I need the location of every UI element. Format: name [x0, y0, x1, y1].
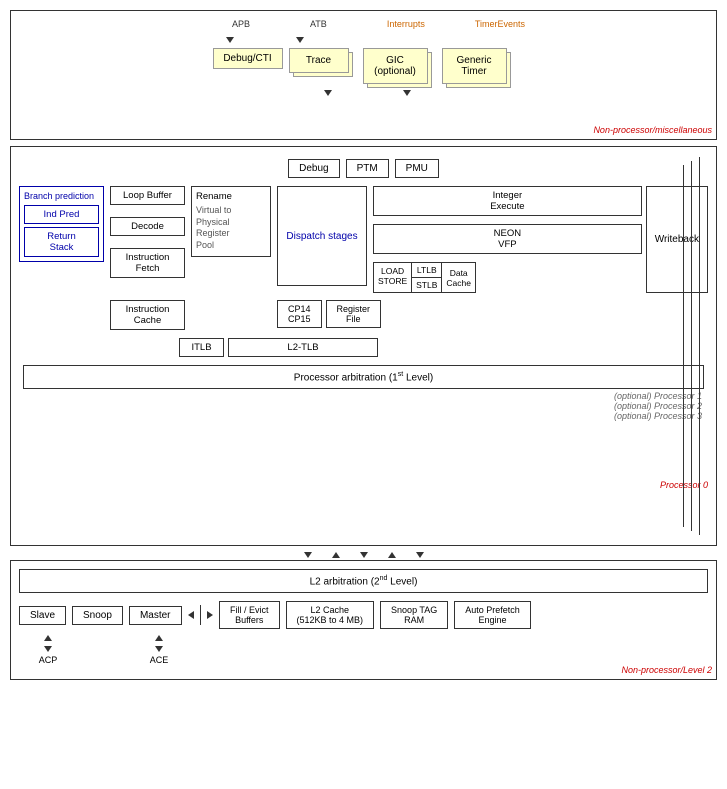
arrow-fill-right [207, 611, 213, 619]
arrow-ace-down [155, 646, 163, 652]
l2-arbitration-box: L2 arbitration (2nd Level) [19, 569, 708, 593]
apb-label: APB [232, 19, 250, 29]
rename-area: Rename Virtual to Physical Register Pool [191, 186, 271, 257]
bottom-section: Non-processor/Level 2 L2 arbitration (2n… [10, 560, 717, 680]
inter-section-arrows [10, 552, 717, 558]
acp-label: ACP [39, 655, 58, 665]
arrow-atb-down [296, 37, 304, 43]
itlb-box: ITLB [179, 338, 224, 357]
snoop-box: Snoop [72, 606, 123, 625]
l2-cache-box: L2 Cache(512KB to 4 MB) [286, 601, 375, 629]
arrow-fill-left [188, 611, 194, 619]
return-stack-box: ReturnStack [24, 227, 99, 257]
master-box: Master [129, 606, 182, 625]
optional-processor2-label: (optional) Processor 2 [19, 401, 702, 411]
snoop-tag-ram-box: Snoop TAGRAM [380, 601, 448, 629]
ace-label: ACE [150, 655, 169, 665]
cp14-cp15-box: CP14CP15 [277, 300, 322, 328]
interrupts-label: Interrupts [387, 19, 425, 29]
decode-box: Decode [110, 217, 185, 236]
processor-arbitration-box: Processor arbitration (1st Level) [23, 365, 704, 389]
instruction-fetch-box: InstructionFetch [110, 248, 185, 278]
debug-row: Debug PTM PMU [19, 159, 708, 178]
section-label-top: Non-processor/miscellaneous [593, 125, 712, 135]
arrow-ace-up [155, 635, 163, 641]
ltlb-box: LTLB [412, 262, 442, 278]
loop-buffer-box: Loop Buffer [110, 186, 185, 205]
slave-box: Slave [19, 606, 66, 625]
optional-processor3-label: (optional) Processor 3 [19, 411, 702, 421]
arrow-apb-down [226, 37, 234, 43]
arrow-debug-down [324, 90, 332, 96]
middle-section: Debug PTM PMU Branch prediction Ind Pred… [10, 146, 717, 546]
ptm-box: PTM [346, 159, 389, 178]
timerevents-label: TimerEvents [475, 19, 525, 29]
load-store-box: LOADSTORE [373, 262, 412, 293]
dispatch-box: Dispatch stages [277, 186, 367, 286]
arrow-trace-down [403, 90, 411, 96]
ind-pred-box: Ind Pred [24, 205, 99, 224]
integer-execute-box: IntegerExecute [373, 186, 642, 216]
debug-cti-box: Debug/CTI [213, 48, 283, 69]
trace-box: Trace [289, 48, 349, 73]
arrow-acp-down [44, 646, 52, 652]
l2tlb-box: L2-TLB [228, 338, 378, 357]
generic-timer-box: GenericTimer [442, 48, 507, 84]
pmu-box: PMU [395, 159, 439, 178]
main-diagram: Non-processor/miscellaneous APB ATB Inte… [0, 0, 727, 696]
data-cache-box: DataCache [442, 262, 476, 293]
section-label-bottom: Non-processor/Level 2 [621, 665, 712, 675]
neon-vfp-box: NEONVFP [373, 224, 642, 254]
fill-evict-box: Fill / EvictBuffers [219, 601, 280, 629]
stlb-box: STLB [412, 278, 442, 293]
branch-prediction-label: Branch prediction [24, 191, 99, 201]
auto-prefetch-box: Auto PrefetchEngine [454, 601, 531, 629]
top-section: Non-processor/miscellaneous APB ATB Inte… [10, 10, 717, 140]
atb-label: ATB [310, 19, 327, 29]
optional-processor1-label: (optional) Processor 1 [19, 391, 702, 401]
arrow-acp-up [44, 635, 52, 641]
debug-box: Debug [288, 159, 339, 178]
gic-box: GIC(optional) [363, 48, 428, 84]
instruction-cache-box: InstructionCache [110, 300, 185, 330]
